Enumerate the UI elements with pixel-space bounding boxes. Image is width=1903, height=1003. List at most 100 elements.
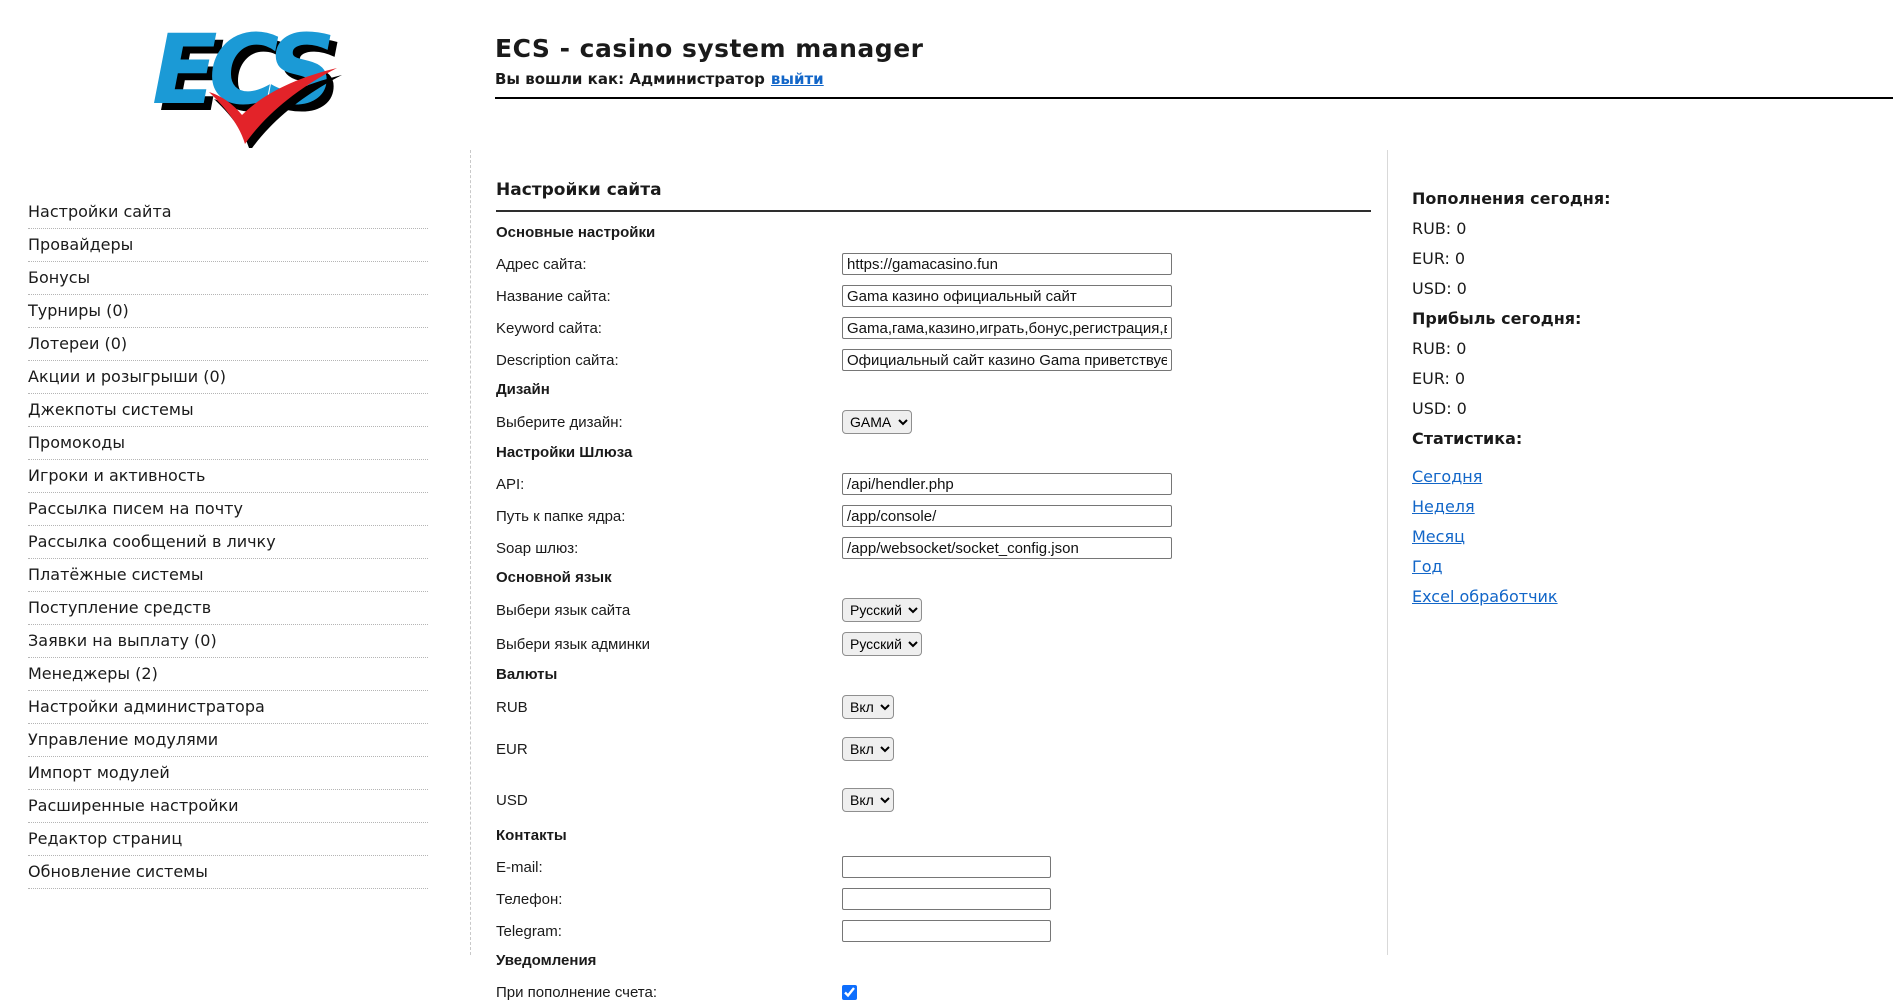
stats-panel: Пополнения сегодня: RUB: 0 EUR: 0 USD: 0… <box>1387 150 1903 955</box>
eur-select[interactable]: Вкл <box>842 737 894 761</box>
profit-rub: RUB: 0 <box>1412 340 1903 357</box>
site-description-input[interactable] <box>842 349 1172 371</box>
soap-input[interactable] <box>842 537 1172 559</box>
site-settings-form: Основные настройки Адрес сайта: Название… <box>496 224 1371 1003</box>
deposit-notify-label: При пополнение счета: <box>496 984 842 1001</box>
login-status-text: Вы вошли как: Администратор <box>495 70 765 88</box>
page-title: Настройки сайта <box>496 180 1371 200</box>
svg-text:ECS: ECS <box>152 18 331 126</box>
statistics-heading: Статистика: <box>1412 430 1903 447</box>
stats-link-excel[interactable]: Excel обработчик <box>1412 588 1558 605</box>
site-keywords-input[interactable] <box>842 317 1172 339</box>
sidebar-item-managers[interactable]: Менеджеры (2) <box>28 658 428 691</box>
rub-select[interactable]: Вкл <box>842 695 894 719</box>
form-row-api: API: <box>496 473 1371 495</box>
api-label: API: <box>496 476 842 493</box>
form-row-eur: EUR Вкл <box>496 737 1371 761</box>
sidebar-item-page-editor[interactable]: Редактор страниц <box>28 823 428 856</box>
design-label: Выберите дизайн: <box>496 414 842 431</box>
form-row-usd: USD Вкл <box>496 788 1371 812</box>
sidebar-item-pm-mailing[interactable]: Рассылка сообщений в личку <box>28 526 428 559</box>
sidebar-item-promotions[interactable]: Акции и розыгрыши (0) <box>28 361 428 394</box>
phone-input[interactable] <box>842 888 1051 910</box>
section-language-heading: Основной язык <box>496 569 1371 586</box>
telegram-input[interactable] <box>842 920 1051 942</box>
usd-select[interactable]: Вкл <box>842 788 894 812</box>
section-currencies-heading: Валюты <box>496 666 1371 683</box>
profit-today-heading: Прибыль сегодня: <box>1412 310 1903 327</box>
site-lang-select[interactable]: Русский <box>842 598 922 622</box>
core-path-input[interactable] <box>842 505 1172 527</box>
page: { "colors": { "link": "#1266c8", "logo_b… <box>0 0 1903 955</box>
sidebar-item-system-update[interactable]: Обновление системы <box>28 856 428 889</box>
deposits-eur: EUR: 0 <box>1412 250 1903 267</box>
sidebar-item-admin-settings[interactable]: Настройки администратора <box>28 691 428 724</box>
email-label: E-mail: <box>496 859 842 876</box>
site-lang-label: Выбери язык сайта <box>496 602 842 619</box>
api-input[interactable] <box>842 473 1172 495</box>
statistics-gap <box>1412 460 1903 468</box>
ecs-logo: ECS ECS <box>143 18 353 148</box>
usd-label: USD <box>496 792 842 809</box>
deposit-notify-checkbox[interactable] <box>842 985 857 1000</box>
header: ECS ECS ECS - casino system manager Вы в… <box>0 0 1903 150</box>
sidebar-item-providers[interactable]: Провайдеры <box>28 229 428 262</box>
sidebar-item-payment-systems[interactable]: Платёжные системы <box>28 559 428 592</box>
sidebar-item-jackpots[interactable]: Джекпоты системы <box>28 394 428 427</box>
form-row-admin-lang: Выбери язык админки Русский <box>496 632 1371 656</box>
form-row-site-description: Description сайта: <box>496 349 1371 371</box>
site-settings-panel: Настройки сайта Основные настройки Адрес… <box>470 150 1387 955</box>
sidebar-item-players-activity[interactable]: Игроки и активность <box>28 460 428 493</box>
form-row-email: E-mail: <box>496 856 1371 878</box>
form-row-site-keywords: Keyword сайта: <box>496 317 1371 339</box>
eur-label: EUR <box>496 741 842 758</box>
soap-label: Soap шлюз: <box>496 540 842 557</box>
main-layout: Настройки сайта Провайдеры Бонусы Турнир… <box>0 150 1903 955</box>
sidebar-item-site-settings[interactable]: Настройки сайта <box>28 196 428 229</box>
app-title: ECS - casino system manager <box>495 34 1893 63</box>
admin-lang-label: Выбери язык админки <box>496 636 842 653</box>
site-name-label: Название сайта: <box>496 288 842 305</box>
sidebar-item-promocodes[interactable]: Промокоды <box>28 427 428 460</box>
design-select[interactable]: GAMA <box>842 410 912 434</box>
sidebar: Настройки сайта Провайдеры Бонусы Турнир… <box>0 150 470 955</box>
site-name-input[interactable] <box>842 285 1172 307</box>
sidebar-item-module-import[interactable]: Импорт модулей <box>28 757 428 790</box>
form-row-deposit-notify: При пополнение счета: <box>496 981 1371 1003</box>
sidebar-item-lotteries[interactable]: Лотереи (0) <box>28 328 428 361</box>
logout-link[interactable]: выйти <box>771 70 824 88</box>
form-row-site-name: Название сайта: <box>496 285 1371 307</box>
section-contacts-heading: Контакты <box>496 827 1371 844</box>
sidebar-item-incoming-funds[interactable]: Поступление средств <box>28 592 428 625</box>
header-text-block: ECS - casino system manager Вы вошли как… <box>495 34 1893 99</box>
sidebar-item-bonuses[interactable]: Бонусы <box>28 262 428 295</box>
header-divider <box>495 97 1893 99</box>
stats-link-week[interactable]: Неделя <box>1412 498 1475 515</box>
phone-label: Телефон: <box>496 891 842 908</box>
form-row-rub: RUB Вкл <box>496 695 1371 719</box>
profit-eur: EUR: 0 <box>1412 370 1903 387</box>
site-description-label: Description сайта: <box>496 352 842 369</box>
deposits-today-heading: Пополнения сегодня: <box>1412 190 1903 207</box>
form-row-phone: Телефон: <box>496 888 1371 910</box>
site-address-label: Адрес сайта: <box>496 256 842 273</box>
sidebar-item-tournaments[interactable]: Турниры (0) <box>28 295 428 328</box>
deposits-rub: RUB: 0 <box>1412 220 1903 237</box>
site-address-input[interactable] <box>842 253 1172 275</box>
stats-link-today[interactable]: Сегодня <box>1412 468 1482 485</box>
section-basic-heading: Основные настройки <box>496 224 1371 241</box>
section-design-heading: Дизайн <box>496 381 1371 398</box>
deposits-usd: USD: 0 <box>1412 280 1903 297</box>
sidebar-item-email-mailing[interactable]: Рассылка писем на почту <box>28 493 428 526</box>
sidebar-item-payout-requests[interactable]: Заявки на выплату (0) <box>28 625 428 658</box>
form-row-site-lang: Выбери язык сайта Русский <box>496 598 1371 622</box>
email-input[interactable] <box>842 856 1051 878</box>
profit-usd: USD: 0 <box>1412 400 1903 417</box>
sidebar-item-advanced-settings[interactable]: Расширенные настройки <box>28 790 428 823</box>
site-keywords-label: Keyword сайта: <box>496 320 842 337</box>
stats-link-year[interactable]: Год <box>1412 558 1443 575</box>
stats-link-month[interactable]: Месяц <box>1412 528 1465 545</box>
admin-lang-select[interactable]: Русский <box>842 632 922 656</box>
login-line: Вы вошли как: Администратор выйти <box>495 70 1893 88</box>
sidebar-item-module-management[interactable]: Управление модулями <box>28 724 428 757</box>
